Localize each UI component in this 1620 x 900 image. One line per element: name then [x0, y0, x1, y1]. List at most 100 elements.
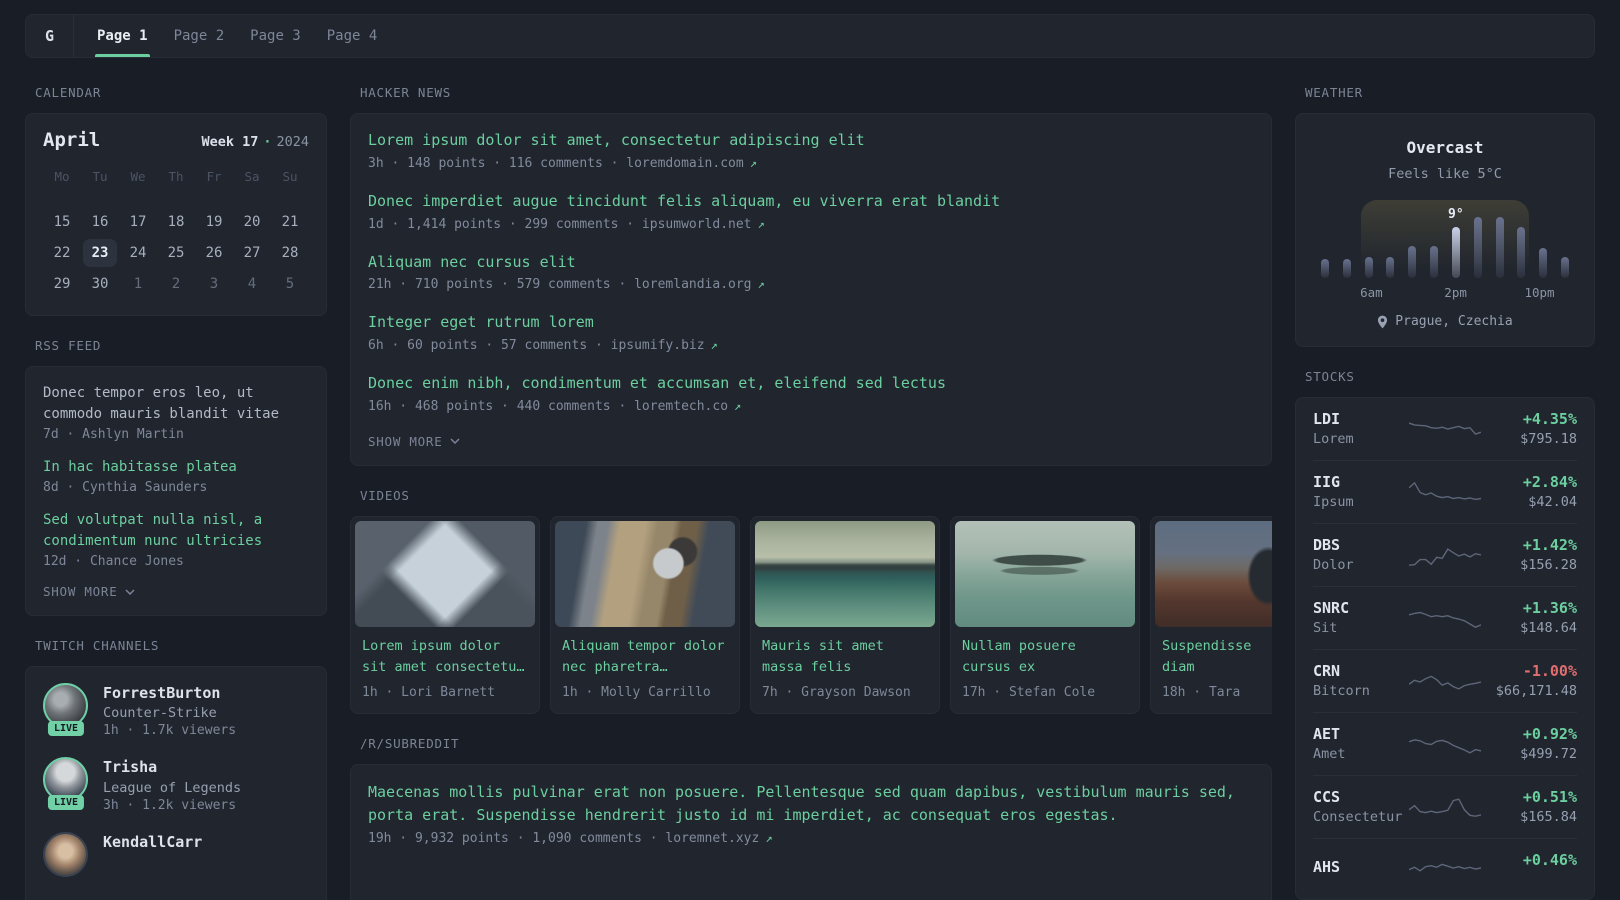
twitch-channel[interactable]: LIVE ForrestBurton Counter-Strike 1h · 1… [43, 683, 309, 738]
video-thumbnail[interactable] [555, 520, 735, 627]
stock-sparkline [1409, 863, 1481, 872]
hackernews-card: Lorem ipsum dolor sit amet, consectetur … [350, 113, 1272, 466]
stock-symbol: AET [1313, 725, 1341, 743]
video-title[interactable]: Suspendisse diam [1151, 636, 1272, 678]
stock-sparkline [1409, 611, 1481, 628]
calendar-day: 15 [43, 206, 81, 237]
calendar-day: 25 [157, 237, 195, 268]
main-content: CALENDAR April Week 17 · 2024 Mo Tu We Th Fr Sa… [25, 85, 1595, 900]
stock-info: SNRC Sit [1313, 599, 1403, 636]
twitch-card: LIVE ForrestBurton Counter-Strike 1h · 1… [25, 666, 327, 900]
hn-item-title[interactable]: Aliquam nec cursus elit [368, 252, 1254, 274]
stock-change: +0.92% [1522, 725, 1577, 743]
calendar-day: 30 [81, 268, 119, 299]
stock-row[interactable]: CRN Bitcorn -1.00% $66,171.48 [1313, 649, 1577, 712]
hn-item: Aliquam nec cursus elit 21h · 710 points… [368, 252, 1254, 293]
calendar-day: 20 [233, 206, 271, 237]
stock-row[interactable]: IIG Ipsum +2.84% $42.04 [1313, 460, 1577, 523]
hn-item-title[interactable]: Donec imperdiet augue tincidunt felis al… [368, 191, 1254, 213]
nav-tabs: Page 1 Page 2 Page 3 Page 4 [74, 15, 390, 57]
stock-price: $499.72 [1520, 746, 1577, 762]
nav-tab-label: Page 2 [173, 28, 225, 44]
post-meta: 19h · 9,932 points · 1,090 comments · lo… [368, 831, 1254, 846]
show-more-button[interactable]: SHOW MORE [43, 584, 309, 599]
calendar-day-number: 18 [167, 213, 185, 230]
stock-row[interactable]: AET Amet +0.92% $499.72 [1313, 712, 1577, 775]
nav-tab[interactable]: Page 4 [314, 15, 391, 57]
rss-item-title[interactable]: Sed volutpat nulla nisl, a condimentum n… [43, 510, 309, 552]
video-thumbnail[interactable] [755, 520, 935, 627]
stock-values: +4.35% $795.18 [1487, 410, 1577, 447]
video-card[interactable]: Suspendisse diam 18h · Tara [1150, 515, 1272, 714]
stock-price: $148.64 [1520, 620, 1577, 636]
weekday-header: Sa [244, 169, 260, 184]
stock-row[interactable]: LDI Lorem +4.35% $795.18 [1313, 398, 1577, 460]
stock-values: +1.42% $156.28 [1487, 536, 1577, 573]
hackernews-section-label: HACKER NEWS [360, 85, 452, 100]
stock-values: +0.92% $499.72 [1487, 725, 1577, 762]
stock-info: IIG Ipsum [1313, 473, 1403, 510]
stock-info: AET Amet [1313, 725, 1403, 762]
weather-bar [1560, 257, 1569, 278]
stock-row[interactable]: DBS Dolor +1.42% $156.28 [1313, 523, 1577, 586]
twitch-channel[interactable]: KendallCarr [43, 831, 309, 877]
hn-item-meta: 21h · 710 points · 579 comments · loreml… [368, 277, 1254, 292]
external-link-arrow-icon[interactable]: ↗ [711, 338, 718, 352]
weather-bars: 9° [1319, 200, 1571, 278]
video-title[interactable]: Aliquam tempor dolor nec pharetra… [551, 636, 739, 678]
external-link-arrow-icon[interactable]: ↗ [734, 399, 741, 413]
calendar-day-number: 17 [129, 213, 147, 230]
video-card[interactable]: Lorem ipsum dolor sit amet consectetu… 1… [350, 515, 540, 714]
twitch-channel[interactable]: LIVE Trisha League of Legends 3h · 1.2k … [43, 757, 309, 813]
videos-widget: VIDEOS Lorem ipsum dolor sit amet consec… [350, 488, 1272, 714]
video-thumbnail[interactable] [355, 520, 535, 627]
rss-item-title[interactable]: In hac habitasse platea [43, 457, 309, 478]
hn-item-title[interactable]: Integer eget rutrum lorem [368, 312, 1254, 334]
rss-item-title[interactable]: Donec tempor eros leo, ut commodo mauris… [43, 383, 309, 425]
nav-tab[interactable]: Page 2 [161, 15, 238, 57]
stock-row[interactable]: AHS +0.46% [1313, 838, 1577, 899]
video-title[interactable]: Mauris sit amet massa felis [751, 636, 939, 678]
hackernews-widget: HACKER NEWS Lorem ipsum dolor sit amet, … [350, 85, 1272, 466]
stock-change: +0.46% [1522, 851, 1577, 869]
weather-bar [1321, 259, 1329, 278]
video-meta: 17h · Stefan Cole [962, 684, 1096, 700]
videos-scroller[interactable]: Lorem ipsum dolor sit amet consectetu… 1… [350, 515, 1272, 714]
hn-item-title[interactable]: Donec enim nibh, condimentum et accumsan… [368, 373, 1254, 395]
external-link-arrow-icon[interactable]: ↗ [765, 831, 772, 845]
stock-price: $165.84 [1520, 809, 1577, 825]
video-title-line2: nec pharetra… [562, 658, 668, 675]
video-card[interactable]: Nullam posuere cursus ex 17h · Stefan Co… [950, 515, 1140, 714]
stocks-card: LDI Lorem +4.35% $795.18 IIG Ipsum +2.84… [1295, 397, 1595, 900]
calendar-day-number: 22 [53, 244, 71, 261]
external-link-arrow-icon[interactable]: ↗ [750, 156, 757, 170]
stock-price: $66,171.48 [1495, 683, 1577, 699]
show-more-button[interactable]: SHOW MORE [368, 434, 1254, 449]
calendar-day-number: 15 [53, 213, 71, 230]
stock-row[interactable]: CCS Consectetur +0.51% $165.84 [1313, 775, 1577, 838]
stock-name: Sit [1313, 620, 1338, 636]
hn-item-meta: 6h · 60 points · 57 comments · ipsumify.… [368, 338, 1254, 353]
video-thumbnail[interactable] [1155, 520, 1272, 627]
video-title[interactable]: Nullam posuere cursus ex [951, 636, 1139, 678]
logo[interactable]: G [26, 15, 74, 57]
stock-sparkline [1409, 797, 1481, 817]
weather-bar: 9° [1448, 207, 1464, 278]
nav-tab[interactable]: Page 3 [237, 15, 314, 57]
video-title-line1: Mauris sit amet [762, 637, 884, 654]
video-thumbnail[interactable] [955, 520, 1135, 627]
hn-item-title[interactable]: Lorem ipsum dolor sit amet, consectetur … [368, 130, 1254, 152]
external-link-arrow-icon[interactable]: ↗ [758, 277, 765, 291]
calendar-day-number: 29 [53, 275, 71, 292]
video-title[interactable]: Lorem ipsum dolor sit amet consectetu… [351, 636, 539, 678]
stock-row[interactable]: SNRC Sit +1.36% $148.64 [1313, 586, 1577, 649]
post-title[interactable]: Maecenas mollis pulvinar erat non posuer… [368, 781, 1254, 828]
video-title-line1: Aliquam tempor dolor [562, 637, 725, 654]
video-title-line1: Lorem ipsum dolor [362, 637, 501, 654]
external-link-arrow-icon[interactable]: ↗ [758, 217, 765, 231]
nav-tab[interactable]: Page 1 [84, 15, 161, 57]
twitch-widget: TWITCH CHANNELS LIVE ForrestBurton Count… [25, 638, 327, 900]
video-meta: 7h · Grayson Dawson [762, 684, 911, 700]
video-card[interactable]: Mauris sit amet massa felis 7h · Grayson… [750, 515, 940, 714]
video-card[interactable]: Aliquam tempor dolor nec pharetra… 1h · … [550, 515, 740, 714]
